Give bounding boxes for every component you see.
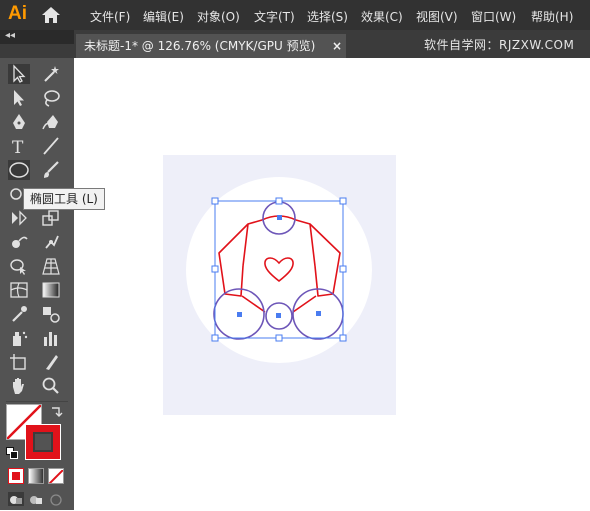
artwork	[163, 155, 396, 415]
tool-tooltip: 椭圆工具 (L)	[23, 188, 105, 210]
